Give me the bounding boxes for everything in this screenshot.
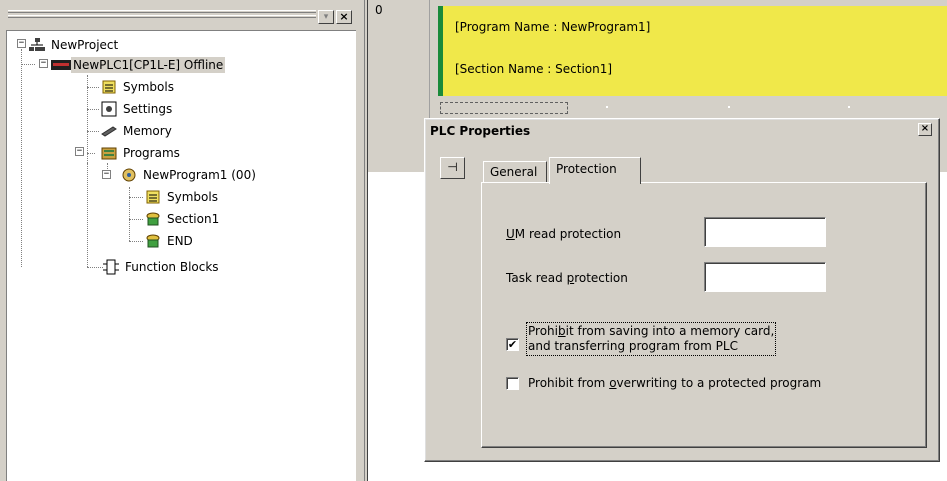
settings-icon (101, 101, 117, 117)
tree-label: NewPLC1[CP1L-E] Offline (71, 57, 226, 73)
tree-node-programs[interactable]: Programs (101, 143, 182, 163)
tree-node-memory[interactable]: Memory (101, 121, 174, 141)
tree-expander-newprogram1[interactable]: − (102, 170, 111, 179)
grid-dot (848, 106, 850, 108)
tree-connector (87, 131, 99, 132)
tree-connector (87, 153, 95, 154)
section-icon (145, 211, 161, 227)
tree-node-newprogram1[interactable]: NewProgram1 (00) (121, 165, 258, 185)
prohibit-overwriting-label[interactable]: Prohibit from overwriting to a protected… (528, 376, 821, 391)
dialog-title: PLC Properties (430, 124, 531, 138)
tree-connector (87, 267, 103, 268)
prohibit-saving-checkbox[interactable]: ✔ (506, 338, 519, 351)
program-name-line: [Program Name : NewProgram1] (455, 20, 651, 34)
grid-dot (606, 106, 608, 108)
tree-connector (87, 87, 99, 88)
tab-general[interactable]: General (483, 161, 547, 183)
section-name-line: [Section Name : Section1] (455, 62, 613, 76)
tree-expander-programs[interactable]: − (75, 147, 84, 156)
tree-node-section1[interactable]: Section1 (145, 209, 221, 229)
workspace-grip[interactable] (8, 15, 316, 18)
dialog-close-button[interactable]: × (918, 123, 932, 136)
tree-connector (129, 187, 130, 241)
symbols-icon (145, 189, 161, 205)
tree-label: Settings (123, 102, 173, 116)
pin-icon: ⊣ (447, 160, 458, 174)
tree-node-symbols[interactable]: Symbols (101, 77, 176, 97)
tree-label: Section1 (167, 212, 220, 226)
tree-node-newplc1[interactable]: NewPLC1[CP1L-E] Offline (51, 55, 226, 75)
pane-splitter[interactable] (356, 0, 368, 481)
workspace-menu-button[interactable]: ▾ (318, 10, 334, 24)
um-read-protection-input[interactable] (704, 217, 826, 247)
tree-connector (129, 197, 143, 198)
project-workspace-pane: ▾ × − − − − NewProject NewPLC1[CP1L-E] O… (0, 0, 368, 481)
tree-node-function-blocks[interactable]: Function Blocks (103, 257, 221, 277)
section-icon (145, 233, 161, 249)
plc-icon (51, 57, 71, 73)
grid-dot (728, 106, 730, 108)
tree-label: Function Blocks (125, 260, 219, 274)
programs-icon (101, 145, 117, 161)
tree-connector (129, 219, 143, 220)
pin-button[interactable]: ⊣ (440, 157, 465, 179)
um-read-protection-label: UM read protection (506, 227, 622, 241)
symbols-icon (101, 79, 117, 95)
tree-connector (87, 75, 88, 163)
prohibit-saving-label[interactable]: Prohibit from saving into a memory card,… (525, 322, 777, 356)
rung-number: 0 (375, 3, 383, 17)
tree-expander-newplc1[interactable]: − (39, 59, 48, 68)
tree-label: END (167, 234, 193, 248)
project-tree[interactable]: − − − − NewProject NewPLC1[CP1L-E] Offli… (6, 30, 356, 481)
tree-label: Symbols (167, 190, 218, 204)
workspace-titlebar[interactable]: ▾ × (6, 6, 356, 28)
tree-connector (129, 241, 143, 242)
dialog-titlebar[interactable]: PLC Properties × (428, 122, 936, 140)
plc-properties-dialog[interactable]: PLC Properties × ⊣ General Protection UM… (424, 118, 940, 462)
tree-connector (21, 49, 22, 267)
rung-comment[interactable]: [Program Name : NewProgram1] [Section Na… (438, 6, 947, 96)
tree-label: Memory (123, 124, 172, 138)
rung-number-column: 0 (368, 0, 430, 172)
tree-label: Programs (123, 146, 180, 160)
tree-node-newproject[interactable]: NewProject (29, 35, 120, 55)
tree-expander-newproject[interactable]: − (17, 39, 26, 48)
task-read-protection-label: Task read protection (506, 271, 628, 285)
workspace-grip[interactable] (8, 10, 316, 13)
tree-connector (21, 64, 35, 65)
tree-label: NewProject (51, 38, 119, 52)
network-icon (29, 37, 45, 53)
tree-node-end[interactable]: END (145, 231, 195, 251)
tree-node-settings[interactable]: Settings (101, 99, 174, 119)
tab-protection[interactable]: Protection (549, 157, 641, 184)
prohibit-overwriting-checkbox[interactable] (506, 377, 519, 390)
function-blocks-icon (103, 259, 119, 275)
task-read-protection-input[interactable] (704, 262, 826, 292)
workspace-close-button[interactable]: × (336, 10, 352, 24)
tree-node-program-symbols[interactable]: Symbols (145, 187, 220, 207)
ladder-cursor[interactable] (440, 102, 568, 114)
tree-connector (87, 109, 99, 110)
program-icon (121, 167, 137, 183)
memory-icon (101, 123, 117, 139)
protection-tab-panel: UM read protection Task read protection … (481, 182, 927, 448)
tree-connector (87, 163, 88, 267)
tree-label: Symbols (123, 80, 174, 94)
tree-label: NewProgram1 (00) (143, 168, 256, 182)
